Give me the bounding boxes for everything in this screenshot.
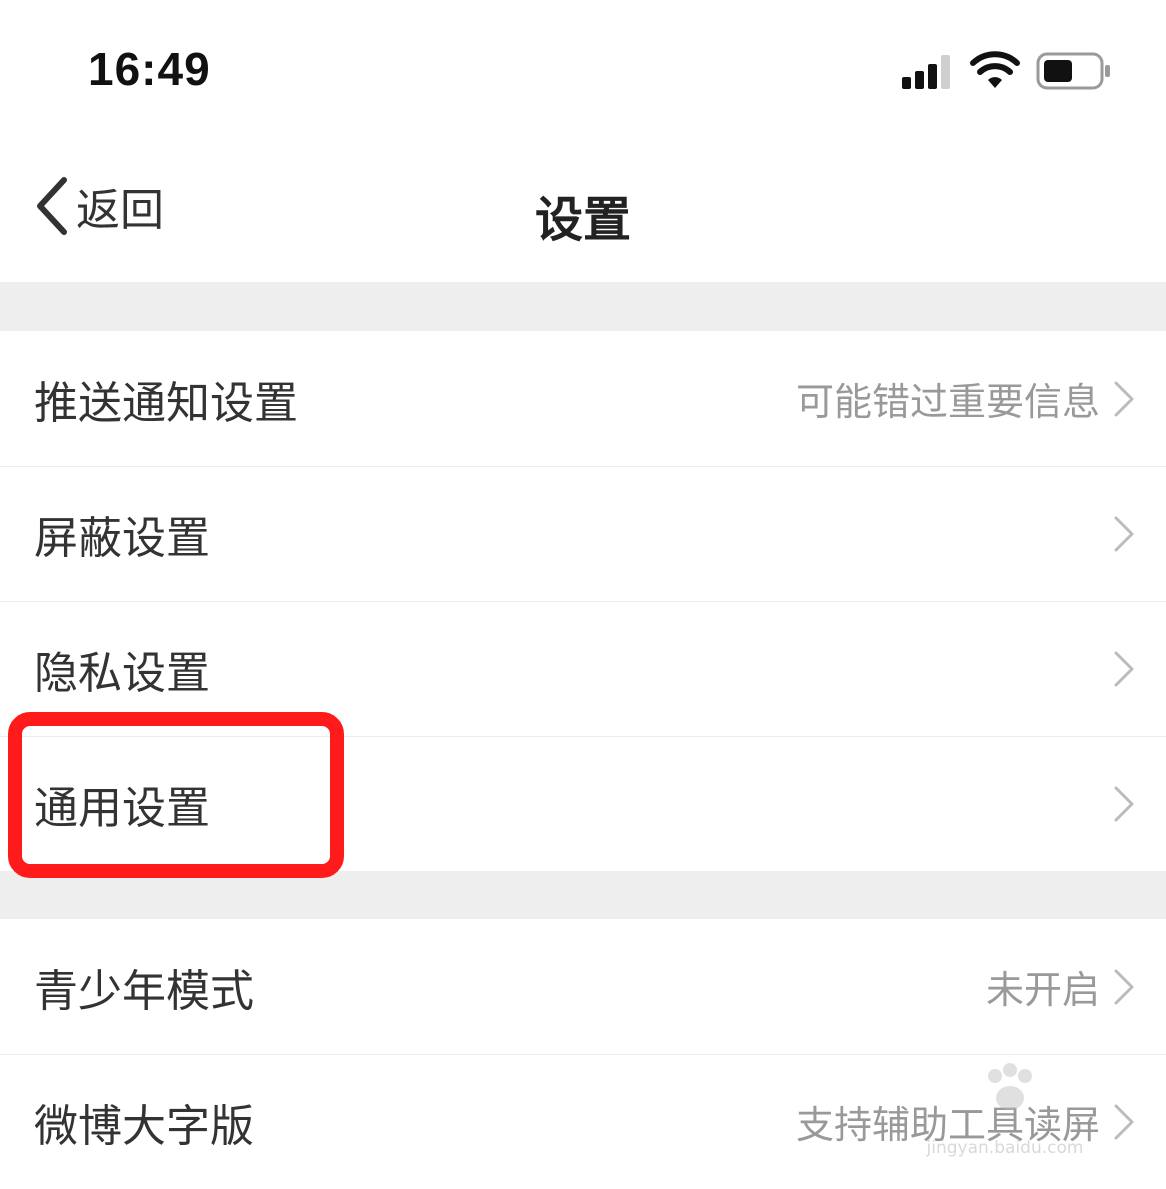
page-title: 设置 bbox=[534, 192, 631, 248]
chevron-right-icon bbox=[1114, 1104, 1134, 1139]
list-item-label: 微博大字版 bbox=[34, 1100, 254, 1152]
section-divider bbox=[0, 282, 1166, 331]
list-item-teen-mode[interactable]: 青少年模式 未开启 bbox=[0, 919, 1166, 1054]
list-item-large-font-edition[interactable]: 微博大字版 支持辅助工具读屏 bbox=[0, 1054, 1166, 1189]
section-divider bbox=[0, 871, 1166, 919]
status-bar: 16:49 bbox=[0, 0, 1166, 140]
chevron-right-icon bbox=[1114, 651, 1134, 686]
status-time: 16:49 bbox=[88, 43, 211, 95]
list-item-value: 未开启 bbox=[985, 968, 1100, 1012]
battery-icon bbox=[1036, 52, 1110, 90]
wifi-icon bbox=[970, 51, 1020, 88]
list-item-general-settings[interactable]: 通用设置 bbox=[0, 736, 1166, 871]
list-item-block-settings[interactable]: 屏蔽设置 bbox=[0, 466, 1166, 601]
chevron-right-icon bbox=[1114, 381, 1134, 416]
list-item-label: 通用设置 bbox=[34, 782, 210, 834]
signal-icon bbox=[902, 55, 950, 89]
chevron-right-icon bbox=[1114, 969, 1134, 1004]
chevron-right-icon bbox=[1114, 516, 1134, 551]
nav-bar: 返回 设置 bbox=[0, 140, 1166, 282]
list-item-label: 推送通知设置 bbox=[34, 377, 298, 429]
list-item-push-notification-settings[interactable]: 推送通知设置 可能错过重要信息 bbox=[0, 331, 1166, 466]
settings-group-main: 推送通知设置 可能错过重要信息 屏蔽设置 隐私设置 通用设置 bbox=[0, 331, 1166, 871]
list-item-value: 可能错过重要信息 bbox=[795, 380, 1100, 424]
list-item-label: 隐私设置 bbox=[34, 647, 210, 699]
list-item-privacy-settings[interactable]: 隐私设置 bbox=[0, 601, 1166, 736]
settings-group-modes: 青少年模式 未开启 微博大字版 支持辅助工具读屏 bbox=[0, 919, 1166, 1189]
chevron-right-icon bbox=[1114, 786, 1134, 821]
list-item-label: 屏蔽设置 bbox=[34, 512, 210, 564]
list-item-label: 青少年模式 bbox=[34, 965, 254, 1017]
list-item-value: 支持辅助工具读屏 bbox=[795, 1103, 1100, 1147]
